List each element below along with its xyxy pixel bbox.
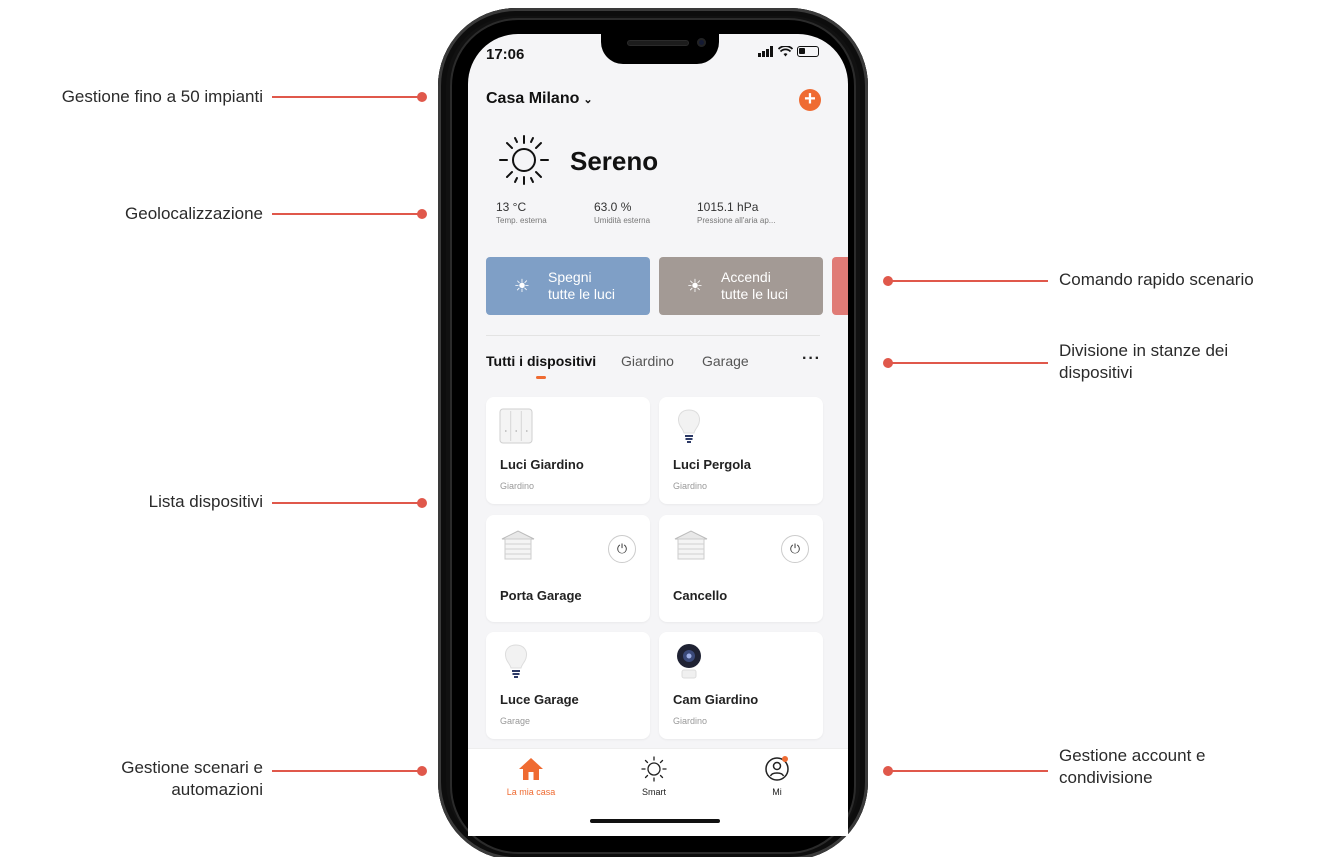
camera-icon — [677, 644, 701, 679]
callout-scenarios: Gestione scenari e automazioni — [121, 758, 263, 799]
device-card[interactable]: Luci Pergola Giardino — [659, 397, 823, 504]
callout-line — [888, 770, 1048, 772]
scene-label: Spegni tutte le luci — [548, 269, 615, 303]
callout-account: Gestione account e condivisione — [1059, 746, 1206, 787]
device-card[interactable]: ⏻ Cancello — [659, 515, 823, 622]
device-room: Giardino — [673, 481, 708, 491]
garage-door-icon — [501, 530, 535, 560]
device-card[interactable]: Cam Giardino Giardino — [659, 632, 823, 739]
garage-door-icon — [674, 530, 708, 560]
device-name: Cam Giardino — [673, 692, 759, 707]
status-icons — [758, 46, 819, 57]
callout-line — [272, 770, 422, 772]
callout-line — [272, 96, 422, 98]
phone-notch — [601, 30, 719, 64]
callout-quick-scene: Comando rapido scenario — [1059, 270, 1254, 289]
scene-lights-off[interactable]: ☀ Spegni tutte le luci — [486, 257, 650, 315]
scene-label-line2: tutte le luci — [721, 286, 788, 302]
lamp-icon: ☀ — [513, 275, 531, 296]
weather-condition: Sereno — [570, 146, 659, 176]
sun-icon — [499, 135, 549, 185]
callout-line — [888, 280, 1048, 282]
power-button[interactable]: ⏻ — [781, 535, 809, 563]
home-selector[interactable]: Casa Milano ⌄ — [486, 90, 593, 108]
phone-speaker — [627, 40, 689, 46]
device-name: Luci Pergola — [673, 457, 752, 472]
signal-icon — [758, 46, 773, 57]
nav-label: Mi — [772, 787, 782, 797]
wifi-icon — [778, 46, 793, 57]
home-indicator — [590, 819, 720, 823]
callout-device-list: Lista dispositivi — [148, 492, 263, 511]
lamp-icon: ☀ — [686, 275, 704, 296]
nav-smart[interactable]: Smart — [614, 755, 694, 797]
callout-dot — [417, 766, 427, 776]
scene-peek[interactable] — [832, 257, 848, 315]
weather-stat-pressure: 1015.1 hPa Pressione all'aria ap... — [697, 200, 775, 225]
weather-stat-label: Pressione all'aria ap... — [697, 216, 776, 225]
scene-label: Accendi tutte le luci — [721, 269, 788, 303]
home-icon — [519, 758, 543, 780]
nav-label: Smart — [641, 787, 666, 797]
nav-home[interactable]: La mia casa — [491, 755, 571, 797]
weather-stat-value: 63.0 % — [594, 200, 632, 214]
device-room: Giardino — [500, 481, 535, 491]
home-name: Casa Milano — [486, 90, 580, 107]
device-name: Luci Giardino — [500, 457, 584, 472]
scene-label-line1: Spegni — [548, 269, 592, 285]
callout-dot — [417, 209, 427, 219]
chevron-down-icon: ⌄ — [583, 93, 593, 106]
callout-geolocation: Geolocalizzazione — [125, 204, 263, 223]
status-time: 17:06 — [486, 46, 525, 63]
device-name: Luce Garage — [500, 692, 579, 707]
tab-indicator — [536, 376, 546, 379]
switch-icon — [499, 408, 533, 444]
divider — [486, 335, 820, 336]
device-name: Porta Garage — [500, 588, 582, 603]
tab-giardino[interactable]: Giardino — [621, 353, 674, 369]
scene-label-line1: Accendi — [721, 269, 771, 285]
weather-stat-humidity: 63.0 % Umidità esterna — [594, 200, 650, 225]
bulb-icon — [678, 409, 700, 443]
weather-stat-label: Umidità esterna — [594, 216, 651, 225]
phone-front-camera — [697, 38, 706, 47]
scene-label-line2: tutte le luci — [548, 286, 615, 302]
notification-dot — [782, 756, 788, 762]
device-room: Giardino — [673, 716, 708, 726]
nav-label: La mia casa — [506, 787, 556, 797]
tab-garage[interactable]: Garage — [702, 353, 749, 369]
device-room: Garage — [500, 716, 531, 726]
device-card[interactable]: Luci Giardino Giardino — [486, 397, 650, 504]
callout-dot — [417, 92, 427, 102]
weather-stat-value: 1015.1 hPa — [697, 200, 759, 214]
bulb-icon — [505, 644, 527, 678]
callout-line — [888, 362, 1048, 364]
sun-icon — [641, 756, 667, 782]
weather-stat-value: 13 °C — [496, 200, 527, 214]
device-card[interactable]: ⏻ Porta Garage — [486, 515, 650, 622]
scene-lights-on[interactable]: ☀ Accendi tutte le luci — [659, 257, 823, 315]
more-rooms-button[interactable]: ··· — [802, 350, 821, 368]
callout-rooms: Divisione in stanze dei dispositivi — [1059, 341, 1229, 382]
callout-dot — [417, 498, 427, 508]
weather-stat-label: Temp. esterna — [496, 216, 547, 225]
device-name: Cancello — [673, 588, 728, 603]
callout-multi-home: Gestione fino a 50 impianti — [61, 87, 263, 106]
tab-all-devices[interactable]: Tutti i dispositivi — [486, 353, 596, 369]
callout-line — [272, 213, 422, 215]
power-button[interactable]: ⏻ — [608, 535, 636, 563]
battery-icon — [797, 46, 819, 57]
weather-stat-temperature: 13 °C Temp. esterna — [496, 200, 547, 225]
callout-line — [272, 502, 422, 504]
add-device-button[interactable]: + — [799, 89, 821, 111]
nav-me[interactable]: Mi — [737, 755, 817, 797]
device-card[interactable]: Luce Garage Garage — [486, 632, 650, 739]
